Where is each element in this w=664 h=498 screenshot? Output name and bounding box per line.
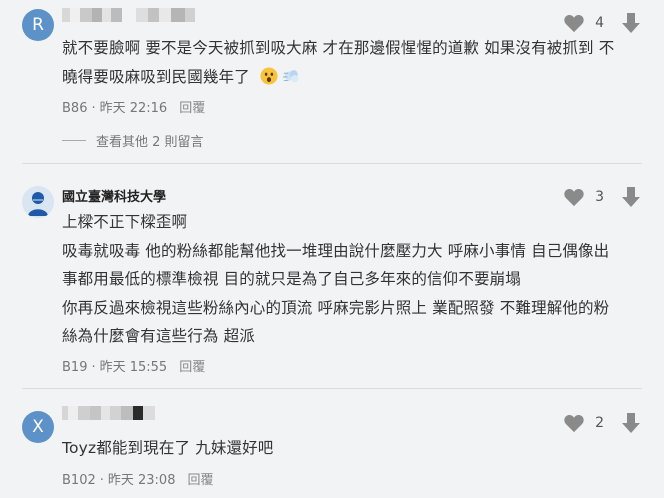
comment-line: 絲為什麼會有這些行為 超派: [62, 327, 255, 345]
down-arrow-icon[interactable]: [620, 412, 642, 434]
astonished-emoji: [260, 66, 278, 85]
comment-meta: B102 · 昨天 23:08 回覆: [62, 469, 214, 488]
more-replies-link[interactable]: 查看其他 2 則留言: [62, 131, 204, 150]
heart-icon[interactable]: [563, 413, 585, 433]
heart-icon[interactable]: [563, 13, 585, 33]
vote-area: 2: [563, 412, 642, 434]
floor-number: B86: [62, 101, 88, 116]
comment: R 4 就不要臉啊 要不是今天被抓到吸大麻 才在那邊假惺惺的道歉 如果沒有被抓到…: [0, 0, 664, 160]
dash-emoji: [282, 69, 299, 82]
comment-line: 吸毒就吸毒 他的粉絲都能幫他找一堆理由說什麼壓力大 呼麻小事情 自己偶像出: [62, 241, 610, 260]
comment-body: Toyz都能到現在了 九妹還好吧: [62, 434, 273, 463]
comment-meta: B86 · 昨天 22:16 回覆: [62, 97, 205, 116]
vote-area: 4: [563, 12, 642, 34]
like-count: 4: [595, 15, 604, 31]
timestamp: 昨天 22:16: [99, 101, 168, 116]
down-arrow-icon[interactable]: [620, 12, 642, 34]
avatar-letter: R: [32, 15, 44, 35]
vote-area: 3: [563, 186, 642, 208]
avatar-letter: X: [32, 417, 44, 437]
author-name[interactable]: 國立臺灣科技大學: [62, 186, 166, 205]
down-arrow-icon[interactable]: [620, 186, 642, 208]
meta-separator: ·: [91, 360, 96, 375]
comment-line: 事都用最低的標準檢視 目的就只是為了自己多年來的信仰不要崩塌: [62, 270, 521, 288]
masked-author-name: [62, 406, 155, 420]
reply-button[interactable]: 回覆: [179, 101, 205, 116]
floor-number: B102: [62, 473, 96, 488]
comment: X 2 Toyz都能到現在了 九妹還好吧 B102 · 昨天 23:08 回覆: [0, 389, 664, 498]
comment-line: 就不要臉啊 要不是今天被抓到吸大麻 才在那邊假惺惺的道歉 如果沒有被抓到 不: [62, 39, 615, 57]
like-count: 3: [595, 189, 604, 205]
floor-number: B19: [62, 360, 88, 375]
comment-body: 就不要臉啊 要不是今天被抓到吸大麻 才在那邊假惺惺的道歉 如果沒有被抓到 不 曉…: [62, 34, 614, 91]
school-logo: [22, 186, 54, 218]
avatar[interactable]: R: [22, 9, 54, 41]
timestamp: 昨天 15:55: [99, 360, 168, 375]
timestamp: 昨天 23:08: [107, 473, 176, 488]
comment-meta: B19 · 昨天 15:55 回覆: [62, 356, 205, 375]
comment-line-text: 曉得要吸麻吸到民國幾年了: [62, 67, 250, 86]
comment-line: 你再反過來檢視這些粉絲內心的頂流 呼麻完影片照上 業配照發 不難理解他的粉: [62, 298, 610, 317]
reply-button[interactable]: 回覆: [187, 473, 213, 488]
meta-separator: ·: [91, 101, 96, 116]
comment-line: 上樑不正下樑歪啊: [62, 213, 188, 231]
heart-icon[interactable]: [563, 187, 585, 207]
masked-author-name: [62, 8, 195, 22]
avatar[interactable]: X: [22, 411, 54, 443]
comment-line-with-emoji: 曉得要吸麻吸到民國幾年了: [62, 63, 614, 92]
comment: 國立臺灣科技大學 3 上樑不正下樑歪啊 吸毒就吸毒 他的粉絲都能幫他找一堆理由說…: [0, 164, 664, 386]
avatar[interactable]: [22, 186, 54, 218]
comment-line: Toyz都能到現在了 九妹還好吧: [62, 439, 274, 457]
reply-button[interactable]: 回覆: [179, 360, 205, 375]
comment-body: 上樑不正下樑歪啊 吸毒就吸毒 他的粉絲都能幫他找一堆理由說什麼壓力大 呼麻小事情…: [62, 208, 609, 351]
like-count: 2: [595, 415, 604, 431]
more-replies-label: 查看其他 2 則留言: [96, 135, 204, 150]
more-replies-dash: [62, 140, 86, 141]
meta-separator: ·: [99, 473, 104, 488]
